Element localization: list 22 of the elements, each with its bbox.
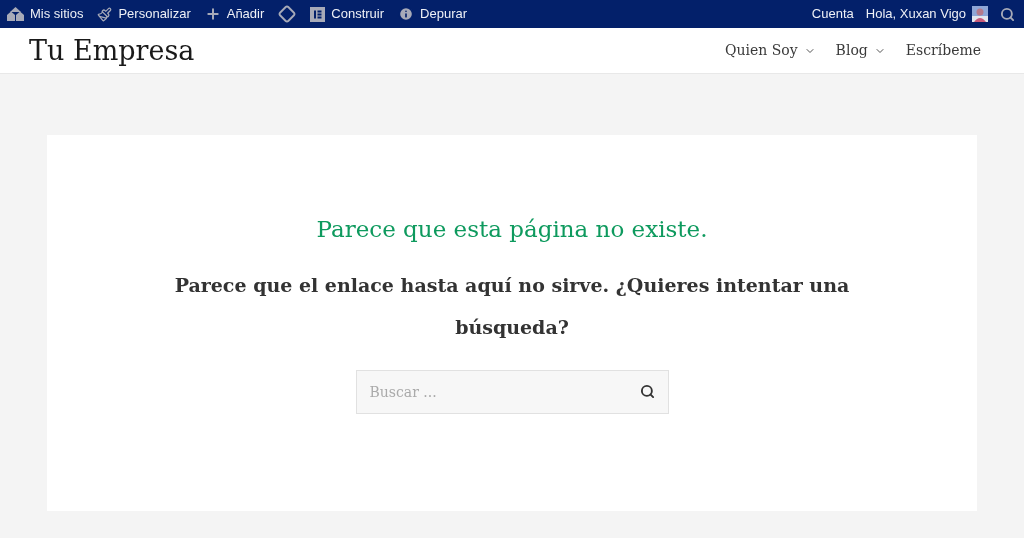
nav-link[interactable]: Escríbeme: [905, 40, 981, 61]
brush-icon: [97, 6, 113, 22]
search-icon: [1000, 6, 1015, 22]
error-message: Parece que el enlace hasta aquí no sirve. ¿Quieres intentar una búsqueda?: [173, 272, 851, 340]
admin-menu-item[interactable]: Añadir: [199, 0, 270, 28]
admin-menu-item[interactable]: Hola, Xuxan Vigo: [860, 0, 993, 28]
nav-link[interactable]: Quien Soy: [724, 40, 816, 61]
plus-icon: [204, 6, 221, 22]
error-title: Parece que esta página no existe.: [316, 215, 708, 244]
search-field[interactable]: Buscar ...: [355, 369, 669, 414]
admin-menu-item[interactable]: Construir: [305, 0, 390, 28]
nav-link[interactable]: Blog: [835, 40, 886, 61]
admin-menu-item[interactable]: Depurar: [393, 0, 472, 28]
admin-menu-item[interactable]: Mis sitios: [2, 0, 89, 28]
admin-menu-item[interactable]: Cuenta: [806, 0, 859, 28]
info-icon: [398, 6, 415, 22]
houses-icon: [7, 7, 24, 21]
site-title[interactable]: Tu Empresa: [29, 37, 195, 64]
diamond-icon: [278, 5, 297, 23]
builder-icon: [310, 6, 326, 22]
search-icon[interactable]: [639, 383, 655, 399]
admin-menu-item[interactable]: Personalizar: [92, 0, 196, 28]
